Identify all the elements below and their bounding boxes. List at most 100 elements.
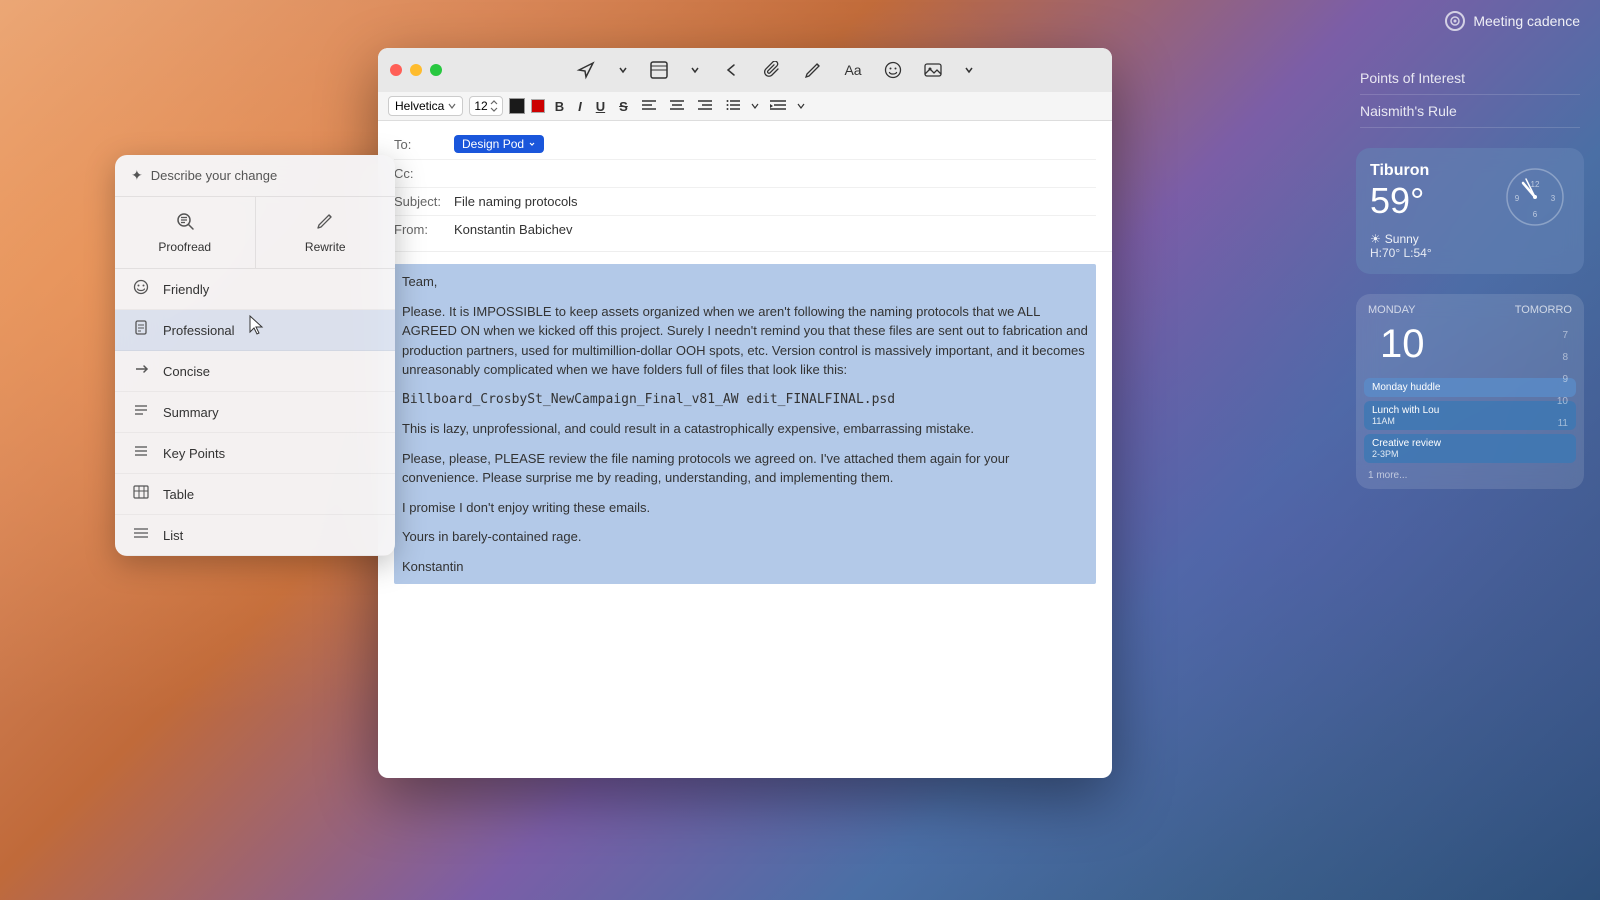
formatting-toolbar: Helvetica 12 A B I U S <box>378 92 1112 121</box>
clock-widget: 12 3 6 9 <box>1505 167 1565 227</box>
points-of-interest-widget: Points of Interest Naismith's Rule <box>1340 0 1600 138</box>
text-color-picker[interactable] <box>509 98 525 114</box>
to-recipient-badge[interactable]: Design Pod <box>454 135 544 153</box>
weather-condition: ☀ Sunny <box>1370 232 1432 246</box>
weather-hl: H:70° L:54° <box>1370 246 1432 260</box>
close-button[interactable] <box>390 64 402 76</box>
rewrite-button[interactable]: Rewrite <box>256 197 396 268</box>
email-para-7: Konstantin <box>402 557 1088 577</box>
keypoints-label: Key Points <box>163 446 225 461</box>
attachment-button[interactable] <box>760 57 786 83</box>
ai-header-label: Describe your change <box>151 168 277 183</box>
email-para-6: Yours in barely-contained rage. <box>402 527 1088 547</box>
maximize-button[interactable] <box>430 64 442 76</box>
weather-city: Tiburon <box>1370 162 1429 180</box>
ai-menu-item-list[interactable]: List <box>115 515 395 556</box>
professional-icon <box>131 320 151 340</box>
underline-button[interactable]: U <box>592 97 609 116</box>
font-button[interactable]: Aa <box>840 58 865 82</box>
calendar-event-creative[interactable]: Creative review 2-3PM <box>1364 434 1576 463</box>
calendar-tomorrow-label: TOMORRO <box>1515 304 1572 316</box>
layout-options-button[interactable] <box>686 61 704 79</box>
ai-header[interactable]: ✦ Describe your change <box>115 155 395 197</box>
summary-label: Summary <box>163 405 219 420</box>
italic-button[interactable]: I <box>574 97 586 116</box>
to-field-row: To: Design Pod <box>394 129 1096 160</box>
align-right-button[interactable] <box>694 97 716 116</box>
image-options-button[interactable] <box>960 61 978 79</box>
emoji-button[interactable] <box>880 57 906 83</box>
indent-options[interactable] <box>796 101 806 111</box>
back-button[interactable] <box>718 56 746 84</box>
subject-field-row: Subject: File naming protocols <box>394 188 1096 216</box>
send-button[interactable] <box>572 56 600 84</box>
layout-button[interactable] <box>646 57 672 83</box>
cc-label: Cc: <box>394 166 454 181</box>
compose-button[interactable] <box>800 57 826 83</box>
minimize-button[interactable] <box>410 64 422 76</box>
creative-label: Creative review <box>1372 438 1441 449</box>
proofread-icon <box>175 211 195 236</box>
weather-widget[interactable]: Tiburon 59° 12 3 6 9 <box>1356 148 1584 274</box>
keypoints-icon <box>131 443 151 463</box>
right-sidebar: Points of Interest Naismith's Rule Tibur… <box>1340 0 1600 900</box>
indent-button[interactable] <box>766 97 790 116</box>
email-para-2: Billboard_CrosbySt_NewCampaign_Final_v81… <box>402 390 1088 410</box>
calendar-event-monday-huddle[interactable]: Monday huddle <box>1364 378 1576 397</box>
list-icon <box>131 525 151 545</box>
friendly-label: Friendly <box>163 282 209 297</box>
mail-fields: To: Design Pod Cc: Subject: File naming … <box>378 121 1112 252</box>
email-para-3: This is lazy, unprofessional, and could … <box>402 419 1088 439</box>
ai-menu-item-concise[interactable]: Concise <box>115 351 395 392</box>
font-size-control[interactable]: 12 <box>469 96 502 116</box>
mail-body[interactable]: Team, Please. It is IMPOSSIBLE to keep a… <box>378 252 1112 778</box>
ai-menu-item-table[interactable]: Table <box>115 474 395 515</box>
list-options[interactable] <box>750 101 760 111</box>
friendly-icon <box>131 279 151 299</box>
monday-huddle-label: Monday huddle <box>1372 382 1440 393</box>
ai-menu-item-professional[interactable]: Professional <box>115 310 395 351</box>
calendar-event-lunch[interactable]: Lunch with Lou 11AM <box>1364 401 1576 430</box>
concise-label: Concise <box>163 364 210 379</box>
ai-menu-item-friendly[interactable]: Friendly <box>115 269 395 310</box>
send-options-button[interactable] <box>614 61 632 79</box>
bold-button[interactable]: B <box>551 97 568 116</box>
concise-icon <box>131 361 151 381</box>
align-left-button[interactable] <box>638 97 660 116</box>
highlight-color-picker[interactable]: A <box>531 99 545 113</box>
calendar-more: 1 more... <box>1356 466 1584 489</box>
image-button[interactable] <box>920 57 946 83</box>
lunch-label: Lunch with Lou <box>1372 405 1439 416</box>
proofread-label: Proofread <box>158 240 211 254</box>
ai-menu-item-summary[interactable]: Summary <box>115 392 395 433</box>
email-selected-content: Team, Please. It is IMPOSSIBLE to keep a… <box>394 264 1096 584</box>
summary-icon <box>131 402 151 422</box>
align-center-button[interactable] <box>666 97 688 116</box>
creative-time: 2-3PM <box>1372 449 1568 459</box>
ai-menu-item-keypoints[interactable]: Key Points <box>115 433 395 474</box>
list-button[interactable] <box>722 97 744 116</box>
professional-label: Professional <box>163 323 235 338</box>
calendar-day-label: MONDAY <box>1368 304 1415 316</box>
from-field-row: From: Konstantin Babichev <box>394 216 1096 243</box>
proofread-button[interactable]: Proofread <box>115 197 256 268</box>
subject-value[interactable]: File naming protocols <box>454 194 578 209</box>
svg-text:12: 12 <box>1531 180 1540 189</box>
table-label: Table <box>163 487 194 502</box>
calendar-widget[interactable]: MONDAY TOMORRO 10 7 8 9 10 11 Monday hud… <box>1356 294 1584 489</box>
list-label: List <box>163 528 183 543</box>
poi-item-2[interactable]: Naismith's Rule <box>1360 95 1580 128</box>
font-selector[interactable]: Helvetica <box>388 96 463 116</box>
email-para-4: Please, please, PLEASE review the file n… <box>402 449 1088 488</box>
toolbar-area: Aa <box>450 56 1100 84</box>
poi-item-1[interactable]: Points of Interest <box>1360 62 1580 95</box>
email-para-0: Team, <box>402 272 1088 292</box>
strikethrough-button[interactable]: S <box>615 97 632 116</box>
subject-label: Subject: <box>394 194 454 209</box>
table-icon <box>131 484 151 504</box>
font-name: Helvetica <box>395 99 444 113</box>
calendar-header: MONDAY TOMORRO <box>1356 294 1584 322</box>
ai-popup: ✦ Describe your change Proofread <box>115 155 395 556</box>
ai-sparkle-icon: ✦ <box>131 167 143 184</box>
window-titlebar: Aa <box>378 48 1112 92</box>
